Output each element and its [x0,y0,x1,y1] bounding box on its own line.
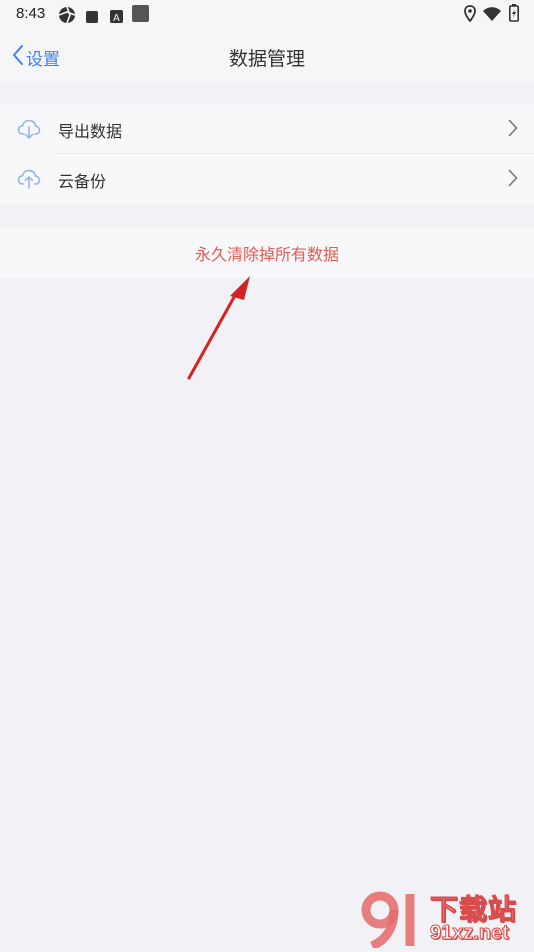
battery-icon [509,4,519,26]
nav-bar: 设置 数据管理 [0,30,534,82]
aperture-icon [58,6,76,28]
export-data-label: 导出数据 [58,122,123,141]
wifi-icon [483,6,501,25]
status-bar: 8:43 A [0,0,534,30]
chevron-right-icon [508,169,518,191]
chevron-right-icon [508,119,518,141]
clear-all-data-button[interactable]: 永久清除掉所有数据 [0,228,534,278]
export-data-row[interactable]: 导出数据 [0,104,534,154]
cloud-backup-label: 云备份 [58,172,107,191]
cloud-download-icon [17,117,41,145]
page-title: 数据管理 [228,48,305,70]
square-icon [86,8,98,27]
cloud-upload-icon [17,167,41,195]
danger-group: 永久清除掉所有数据 [0,228,534,278]
status-time: 8:43 [16,5,46,22]
font-a-icon: A [110,8,123,27]
settings-group: 导出数据 云备份 [0,104,534,204]
watermark-logo-icon [358,888,428,952]
app-square-icon [132,5,149,26]
annotation-arrow-icon [180,268,260,390]
svg-text:A: A [113,13,120,23]
cloud-backup-row[interactable]: 云备份 [0,154,534,204]
clear-all-data-label: 永久清除掉所有数据 [194,245,339,264]
location-icon [464,5,476,26]
watermark-domain: 91xz.net [430,922,510,945]
